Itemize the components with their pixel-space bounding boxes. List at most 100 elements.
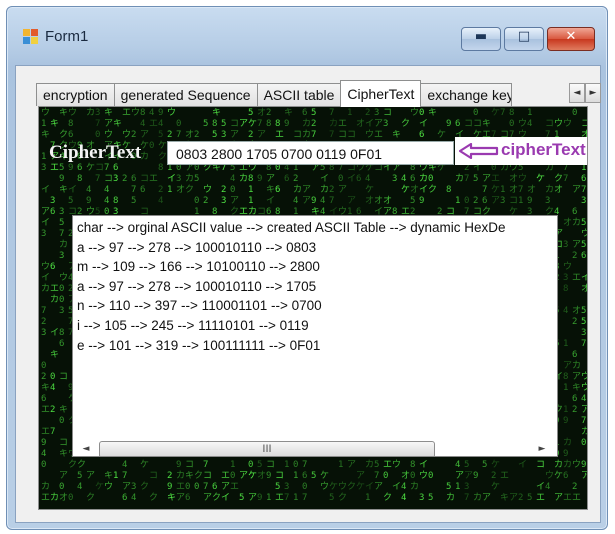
svg-text:ア: ア <box>347 196 356 206</box>
svg-text:6: 6 <box>212 482 217 492</box>
svg-text:0: 0 <box>194 482 199 492</box>
svg-text:3: 3 <box>284 482 289 492</box>
svg-text:3: 3 <box>59 306 64 316</box>
list-item[interactable]: m --> 109 --> 166 --> 10100110 --> 2800 <box>77 257 506 277</box>
svg-text:4: 4 <box>41 449 46 459</box>
svg-text:4: 4 <box>581 394 586 404</box>
svg-text:ク: ク <box>158 151 167 162</box>
svg-text:ケ: ケ <box>95 481 104 492</box>
svg-text:7: 7 <box>95 119 100 129</box>
svg-text:8: 8 <box>563 372 568 382</box>
svg-text:ウ: ウ <box>320 481 329 492</box>
svg-text:2: 2 <box>41 372 46 382</box>
svg-text:0: 0 <box>59 482 64 492</box>
tab-ascii-table[interactable]: ASCII table <box>256 83 342 106</box>
svg-text:キ: キ <box>41 383 50 393</box>
horizontal-scrollbar[interactable]: ◄ III ► <box>79 440 549 456</box>
maximize-button[interactable]: □ <box>504 27 544 51</box>
svg-text:ウ: ウ <box>392 459 401 470</box>
svg-text:3: 3 <box>95 108 100 118</box>
svg-text:6: 6 <box>563 471 568 481</box>
svg-text:1: 1 <box>527 108 532 118</box>
svg-text:2: 2 <box>491 471 496 481</box>
svg-text:6: 6 <box>50 207 55 217</box>
svg-text:7: 7 <box>104 163 109 173</box>
svg-text:3: 3 <box>374 108 379 118</box>
svg-text:オ: オ <box>509 173 518 184</box>
tab-encryption[interactable]: encryption <box>36 83 115 106</box>
svg-text:4: 4 <box>320 196 325 206</box>
svg-text:エ: エ <box>50 284 59 294</box>
svg-text:コ: コ <box>581 119 587 129</box>
svg-text:5: 5 <box>59 218 64 228</box>
conversion-listbox[interactable]: char --> orginal ASCII value --> created… <box>72 215 558 457</box>
svg-text:3: 3 <box>464 482 469 492</box>
listbox-lines: char --> orginal ASCII value --> created… <box>77 218 506 355</box>
svg-text:4: 4 <box>131 493 136 503</box>
scroll-right-icon[interactable]: ► <box>535 442 549 456</box>
svg-text:8: 8 <box>212 119 217 129</box>
svg-text:エ: エ <box>176 482 185 492</box>
svg-text:キ: キ <box>500 493 509 503</box>
svg-text:0: 0 <box>383 471 388 481</box>
svg-text:7: 7 <box>518 185 523 195</box>
svg-text:ア: ア <box>581 471 587 481</box>
svg-text:7: 7 <box>329 108 334 118</box>
tab-generated-sequence[interactable]: generated Sequence <box>113 83 258 106</box>
tab-ciphertext[interactable]: CipherText <box>340 80 422 107</box>
svg-text:8: 8 <box>59 328 64 338</box>
scroll-thumb[interactable]: III <box>99 441 435 456</box>
tab-exchange-key[interactable]: exchange key <box>420 83 513 106</box>
scroll-left-icon[interactable]: ◄ <box>79 442 93 456</box>
svg-text:7: 7 <box>203 460 208 470</box>
list-item[interactable]: i --> 105 --> 245 --> 11110101 --> 0119 <box>77 316 506 336</box>
list-item[interactable]: n --> 110 --> 397 --> 110001101 --> 0700 <box>77 296 506 316</box>
list-item[interactable]: a --> 97 --> 278 --> 100010110 --> 1705 <box>77 277 506 297</box>
svg-text:7: 7 <box>302 460 307 470</box>
svg-text:ア: ア <box>239 119 248 129</box>
svg-text:イ: イ <box>221 493 230 503</box>
svg-text:4: 4 <box>86 185 91 195</box>
svg-text:9: 9 <box>473 471 478 481</box>
svg-text:ア: ア <box>140 130 149 140</box>
close-button[interactable]: ✕ <box>547 27 595 51</box>
minimize-icon: ▬ <box>474 29 488 44</box>
svg-text:ケ: ケ <box>329 481 338 492</box>
svg-text:9: 9 <box>581 460 586 470</box>
svg-text:4: 4 <box>527 119 532 129</box>
svg-text:オ: オ <box>176 184 185 195</box>
tab-scroll-left-icon[interactable]: ◄ <box>569 83 585 103</box>
svg-text:6: 6 <box>572 350 577 360</box>
svg-text:ア: ア <box>581 405 587 415</box>
svg-text:キ: キ <box>59 108 68 118</box>
svg-text:6: 6 <box>356 174 361 184</box>
svg-text:7: 7 <box>464 174 469 184</box>
svg-text:9: 9 <box>59 174 64 184</box>
title-bar[interactable]: Form1 ▬ □ ✕ <box>7 7 607 63</box>
svg-text:ウ: ウ <box>545 470 554 481</box>
svg-text:ア: ア <box>59 471 68 481</box>
svg-text:3: 3 <box>131 482 136 492</box>
list-item[interactable]: a --> 97 --> 278 --> 100010110 --> 0803 <box>77 238 506 258</box>
svg-text:ケ: ケ <box>365 184 374 195</box>
list-item[interactable]: char --> orginal ASCII value --> created… <box>77 218 506 238</box>
ciphertext-field[interactable]: 0803 2800 1705 0700 0119 0F01 <box>167 141 454 165</box>
svg-text:エ: エ <box>41 493 50 503</box>
svg-text:4: 4 <box>77 482 82 492</box>
tab-scroll-right-icon[interactable]: ► <box>585 83 601 103</box>
svg-text:1: 1 <box>347 108 352 118</box>
svg-text:0: 0 <box>464 196 469 206</box>
svg-text:ア: ア <box>464 471 473 481</box>
svg-text:0: 0 <box>59 284 64 294</box>
minimize-button[interactable]: ▬ <box>461 27 501 51</box>
svg-text:2: 2 <box>293 174 298 184</box>
svg-text:4: 4 <box>563 306 568 316</box>
svg-text:4: 4 <box>122 460 127 470</box>
svg-text:イ: イ <box>50 328 59 338</box>
svg-text:6: 6 <box>275 185 280 195</box>
svg-text:0: 0 <box>248 460 253 470</box>
svg-text:オ: オ <box>527 184 536 195</box>
svg-text:1: 1 <box>518 196 523 206</box>
list-item[interactable]: e --> 101 --> 319 --> 100111111 --> 0F01 <box>77 336 506 356</box>
svg-text:イ: イ <box>365 119 374 129</box>
